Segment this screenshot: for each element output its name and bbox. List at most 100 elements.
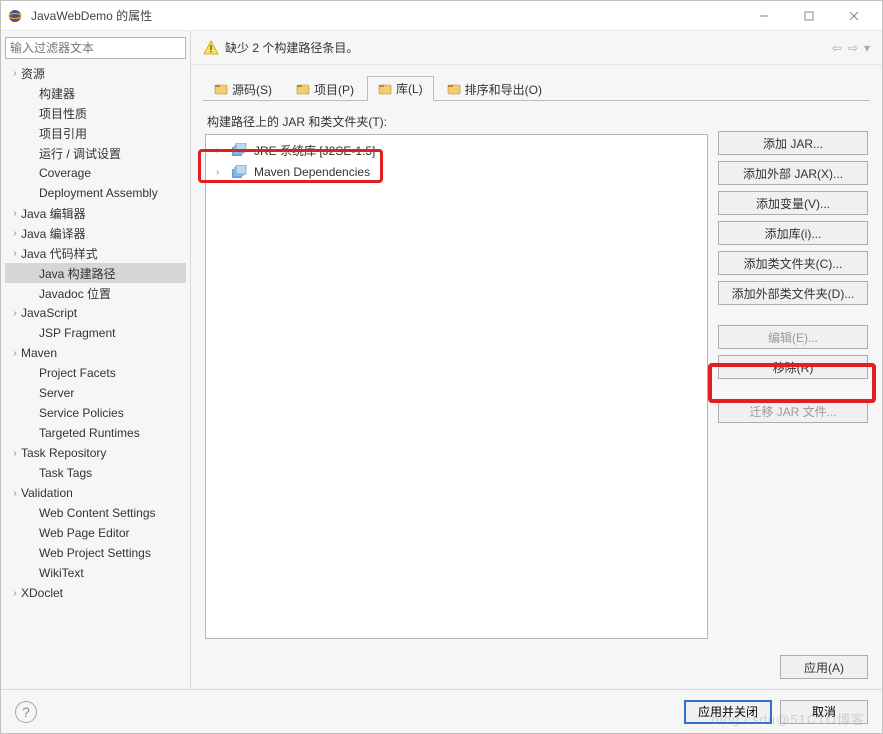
tree-item[interactable]: 构建器 [5,83,186,103]
tab-label: 库(L) [396,80,423,97]
tree-item-label: Web Project Settings [39,546,151,560]
tree-item-label: Java 构建路径 [39,265,116,282]
tree-item[interactable]: ›Task Repository [5,443,186,463]
tree-item[interactable]: Targeted Runtimes [5,423,186,443]
chevron-right-icon: › [216,167,226,178]
tab[interactable]: 源码(S) [203,76,283,101]
add-external-jar-button[interactable]: 添加外部 JAR(X)... [718,161,868,185]
warning-icon [203,40,219,56]
add-jar-button[interactable]: 添加 JAR... [718,131,868,155]
window-title: JavaWebDemo 的属性 [31,7,741,24]
nav-menu-icon[interactable]: ▾ [864,41,870,55]
tree-item-label: Task Tags [39,466,92,480]
maximize-button[interactable] [786,2,831,30]
filter-input[interactable] [5,37,186,59]
tab-label: 源码(S) [232,81,272,98]
tree-item[interactable]: Deployment Assembly [5,183,186,203]
tree-item[interactable]: ›JavaScript [5,303,186,323]
tree-item[interactable]: Java 构建路径 [5,263,186,283]
tab[interactable]: 项目(P) [285,76,365,101]
tree-item[interactable]: Javadoc 位置 [5,283,186,303]
chevron-right-icon: › [9,228,21,239]
edit-button[interactable]: 编辑(E)... [718,325,868,349]
warning-text: 缺少 2 个构建路径条目。 [225,39,832,56]
tree-item-label: Targeted Runtimes [39,426,140,440]
cancel-button[interactable]: 取消 [780,700,868,724]
tree-item[interactable]: ›Maven [5,343,186,363]
footer: ? 应用并关闭 取消 [1,689,882,733]
tabs: 源码(S) 项目(P) 库(L) 排序和导出(O) [203,75,870,101]
tree-item-label: WikiText [39,566,84,580]
titlebar: JavaWebDemo 的属性 [1,1,882,31]
folder-source-icon [214,82,228,96]
tree-item[interactable]: ›XDoclet [5,583,186,603]
nav-back-icon[interactable]: ⇦ [832,41,842,55]
tree-item-label: Service Policies [39,406,124,420]
tree-item[interactable]: ›Java 代码样式 [5,243,186,263]
tree-item[interactable]: Web Page Editor [5,523,186,543]
library-item[interactable]: › JRE 系统库 [J2SE-1.5] [210,139,703,161]
tree-item[interactable]: 项目性质 [5,103,186,123]
tree-item-label: Web Page Editor [39,526,130,540]
add-class-folder-button[interactable]: 添加类文件夹(C)... [718,251,868,275]
tree-item[interactable]: ›Validation [5,483,186,503]
tree-item-label: JSP Fragment [39,326,115,340]
tree-item[interactable]: Project Facets [5,363,186,383]
help-icon[interactable]: ? [15,701,37,723]
tree-item-label: Java 编辑器 [21,205,86,222]
tree-item[interactable]: 项目引用 [5,123,186,143]
tree-item-label: 资源 [21,65,45,82]
section-label: 构建路径上的 JAR 和类文件夹(T): [205,113,708,130]
eclipse-icon [7,8,23,24]
library-item-label: Maven Dependencies [254,165,370,179]
chevron-right-icon: › [216,145,226,156]
add-external-class-folder-button[interactable]: 添加外部类文件夹(D)... [718,281,868,305]
window-controls [741,2,876,30]
tree-item-label: JavaScript [21,306,77,320]
minimize-button[interactable] [741,2,786,30]
tab-area: 源码(S) 项目(P) 库(L) 排序和导出(O) [191,65,882,107]
tree-item-label: 项目引用 [39,125,87,142]
add-library-button[interactable]: 添加库(i)... [718,221,868,245]
migrate-jar-button[interactable]: 迁移 JAR 文件... [718,399,868,423]
sidebar: ›资源构建器项目性质项目引用运行 / 调试设置CoverageDeploymen… [1,31,191,689]
tree-item[interactable]: 运行 / 调试设置 [5,143,186,163]
category-tree[interactable]: ›资源构建器项目性质项目引用运行 / 调试设置CoverageDeploymen… [5,63,186,683]
tree-item[interactable]: ›资源 [5,63,186,83]
library-icon [232,165,248,179]
tree-item-label: Project Facets [39,366,116,380]
chevron-right-icon: › [9,488,21,499]
tree-item-label: Web Content Settings [39,506,156,520]
tree-item[interactable]: ›Java 编辑器 [5,203,186,223]
tree-item[interactable]: Server [5,383,186,403]
tree-item[interactable]: Web Project Settings [5,543,186,563]
tree-item[interactable]: ›Java 编译器 [5,223,186,243]
chevron-right-icon: › [9,348,21,359]
tree-item-label: Coverage [39,166,91,180]
apply-button[interactable]: 应用(A) [780,655,868,679]
tree-item[interactable]: JSP Fragment [5,323,186,343]
tree-item[interactable]: Service Policies [5,403,186,423]
add-variable-button[interactable]: 添加变量(V)... [718,191,868,215]
remove-button[interactable]: 移除(R) [718,355,868,379]
tree-item-label: 构建器 [39,85,75,102]
tree-item-label: 运行 / 调试设置 [39,145,121,162]
library-listbox[interactable]: › JRE 系统库 [J2SE-1.5] › Maven Dependencies [205,134,708,639]
content: 构建路径上的 JAR 和类文件夹(T): › JRE 系统库 [J2SE-1.5]… [191,107,882,649]
tree-item[interactable]: Task Tags [5,463,186,483]
close-button[interactable] [831,2,876,30]
dialog-body: ›资源构建器项目性质项目引用运行 / 调试设置CoverageDeploymen… [1,31,882,689]
library-item[interactable]: › Maven Dependencies [210,161,703,183]
tab-label: 排序和导出(O) [465,81,542,98]
tab[interactable]: 库(L) [367,76,434,101]
nav-forward-icon[interactable]: ⇨ [848,41,858,55]
library-item-label: JRE 系统库 [J2SE-1.5] [254,142,375,159]
tab[interactable]: 排序和导出(O) [436,76,553,101]
apply-close-button[interactable]: 应用并关闭 [684,700,772,724]
tree-item[interactable]: Coverage [5,163,186,183]
tree-item-label: Task Repository [21,446,106,460]
footer-buttons: 应用并关闭 取消 [684,700,868,724]
tree-item[interactable]: Web Content Settings [5,503,186,523]
nav-arrows: ⇦ ⇨ ▾ [832,41,870,55]
tree-item[interactable]: WikiText [5,563,186,583]
